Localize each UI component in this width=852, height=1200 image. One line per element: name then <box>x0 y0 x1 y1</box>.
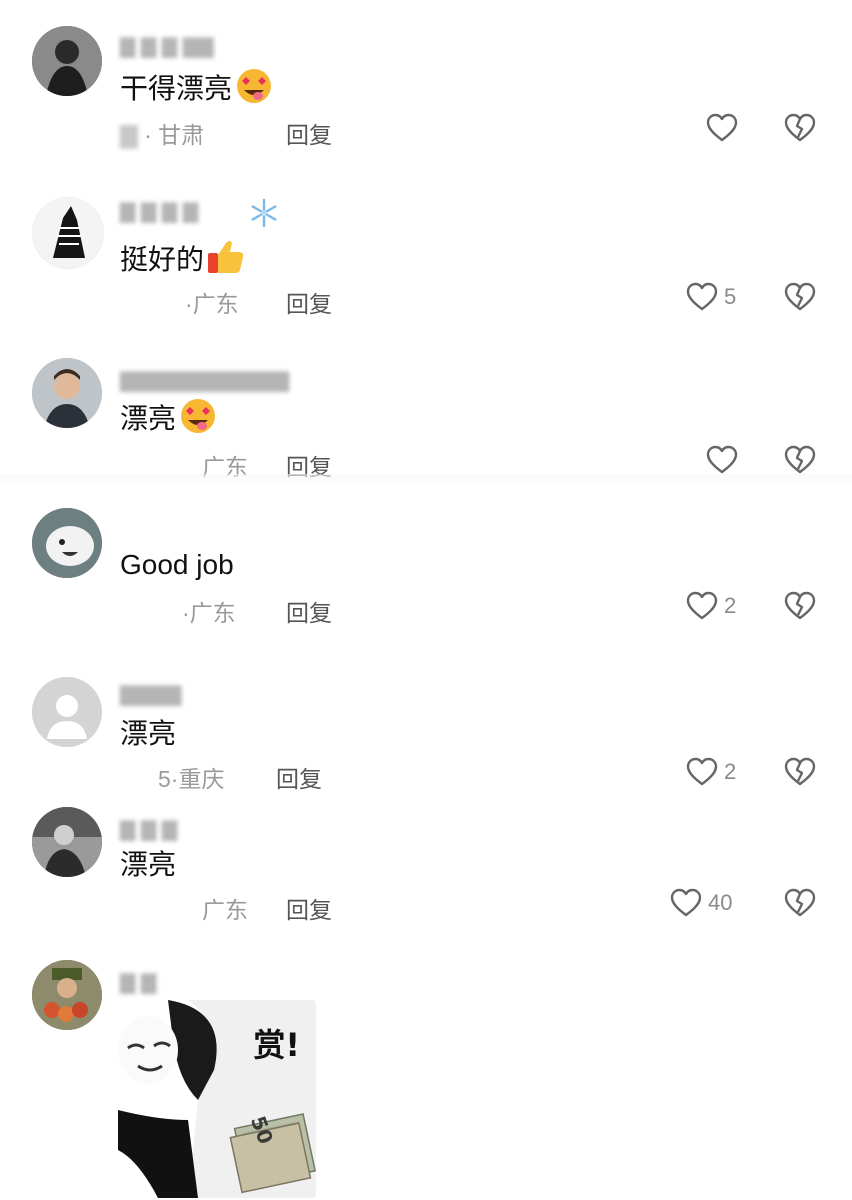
comment-text-content: Good job <box>120 549 234 580</box>
timestamp: · <box>185 291 193 317</box>
like-button[interactable] <box>706 113 744 143</box>
avatar[interactable] <box>32 677 102 747</box>
comment-meta: ·广东 <box>182 594 236 628</box>
dislike-button[interactable] <box>784 282 816 312</box>
comment-text: 干得漂亮 <box>120 68 274 113</box>
heart-eyes-tongue-emoji <box>234 68 274 113</box>
username-text: ▇ ▇ ▇ ▇ <box>120 201 199 223</box>
like-count: 5 <box>724 284 737 309</box>
username[interactable]: ▇ ▇ ▇ ▇ <box>120 199 198 224</box>
dislike-button[interactable] <box>784 591 816 621</box>
comment-meta: ·广东 <box>185 285 239 319</box>
comment-item: ▇▇▇▇ 漂亮 5·重庆 回复 2 <box>0 660 852 795</box>
location: 广东 <box>189 600 236 626</box>
heart-icon <box>670 888 702 917</box>
avatar[interactable] <box>32 26 102 96</box>
avatar[interactable] <box>32 358 102 428</box>
broken-heart-icon <box>784 445 816 474</box>
reply-button[interactable]: 回复 <box>276 760 322 794</box>
heart-icon <box>686 591 718 620</box>
username[interactable]: ▇▇▇▇▇▇▇▇▇▇▇ <box>120 368 289 393</box>
comment-item: ▇ ▇ 赏! 50 <box>0 940 852 1200</box>
sticker-caption: 赏! <box>253 1026 300 1064</box>
sticker-image[interactable]: 赏! 50 <box>118 1000 316 1198</box>
comment-text: 挺好的 <box>120 237 246 284</box>
comment-text: 漂亮 <box>120 716 176 752</box>
comment-item: ▇▇▇▇▇▇▇▇▇▇▇ 漂亮 广东 回复 <box>0 350 852 480</box>
like-button[interactable] <box>706 445 744 475</box>
comment-meta: 5·重庆 <box>158 760 224 794</box>
comment-item: Good job ·广东 回复 2 <box>0 490 852 660</box>
reply-button[interactable]: 回复 <box>286 891 332 925</box>
heart-eyes-tongue-emoji <box>178 398 218 443</box>
broken-heart-icon <box>784 591 816 620</box>
comment-item: ▇ ▇ ▇ ▇ 挺好的 ·广东 回复 5 <box>0 185 852 350</box>
timestamp: 5· <box>158 766 179 792</box>
like-button[interactable]: 2 <box>686 757 736 787</box>
username[interactable]: ▇▇▇▇ <box>120 682 182 707</box>
comment-text-content: 漂亮 <box>120 718 177 749</box>
like-button[interactable]: 40 <box>670 888 732 918</box>
divider <box>0 474 852 490</box>
comment-text: 漂亮 <box>120 398 218 443</box>
snowflake-emoji <box>248 197 280 234</box>
comment-text-content: 干得漂亮 <box>120 73 233 104</box>
avatar[interactable] <box>32 197 104 269</box>
broken-heart-icon <box>784 757 816 786</box>
location: 重庆 <box>178 766 225 792</box>
like-count: 2 <box>724 593 737 618</box>
heart-icon <box>706 445 738 474</box>
timestamp: ▇ <box>120 122 138 148</box>
comment-meta: 广东 <box>202 891 248 925</box>
like-count: 40 <box>708 890 733 915</box>
thumbs-up-emoji <box>206 237 246 284</box>
comment-text-content: 挺好的 <box>120 244 205 275</box>
username[interactable]: ▇ ▇ <box>120 970 156 995</box>
like-button[interactable]: 2 <box>686 591 736 621</box>
broken-heart-icon <box>784 282 816 311</box>
avatar[interactable] <box>32 807 102 877</box>
comment-item: ▇ ▇ ▇ 漂亮 广东 回复 40 <box>0 795 852 940</box>
username[interactable]: ▇ ▇ ▇ ▇▇ <box>120 34 214 59</box>
avatar[interactable] <box>32 508 102 578</box>
heart-icon <box>686 282 718 311</box>
reply-button[interactable]: 回复 <box>286 116 332 150</box>
comment-text: 漂亮 <box>120 847 176 883</box>
comment-text: Good job <box>120 547 234 583</box>
location: 广东 <box>202 897 248 923</box>
broken-heart-icon <box>784 888 816 917</box>
dislike-button[interactable] <box>784 888 816 918</box>
broken-heart-icon <box>784 113 816 142</box>
location: 甘肃 <box>158 122 205 148</box>
dislike-button[interactable] <box>784 113 816 143</box>
heart-icon <box>686 757 718 786</box>
comment-item: ▇ ▇ ▇ ▇▇ 干得漂亮 ▇ · 甘肃 回复 <box>0 0 852 185</box>
comment-text-content: 漂亮 <box>120 849 177 880</box>
reply-button[interactable]: 回复 <box>286 285 332 319</box>
dislike-button[interactable] <box>784 445 816 475</box>
avatar[interactable] <box>32 960 102 1030</box>
timestamp: · <box>182 600 190 626</box>
like-count: 2 <box>724 759 737 784</box>
like-button[interactable]: 5 <box>686 282 736 312</box>
comment-meta: ▇ · 甘肃 <box>120 122 205 148</box>
heart-icon <box>706 113 738 142</box>
dislike-button[interactable] <box>784 757 816 787</box>
username[interactable]: ▇ ▇ ▇ <box>120 817 177 842</box>
location: 广东 <box>192 291 239 317</box>
reply-button[interactable]: 回复 <box>286 594 332 628</box>
comment-text-content: 漂亮 <box>120 403 177 434</box>
